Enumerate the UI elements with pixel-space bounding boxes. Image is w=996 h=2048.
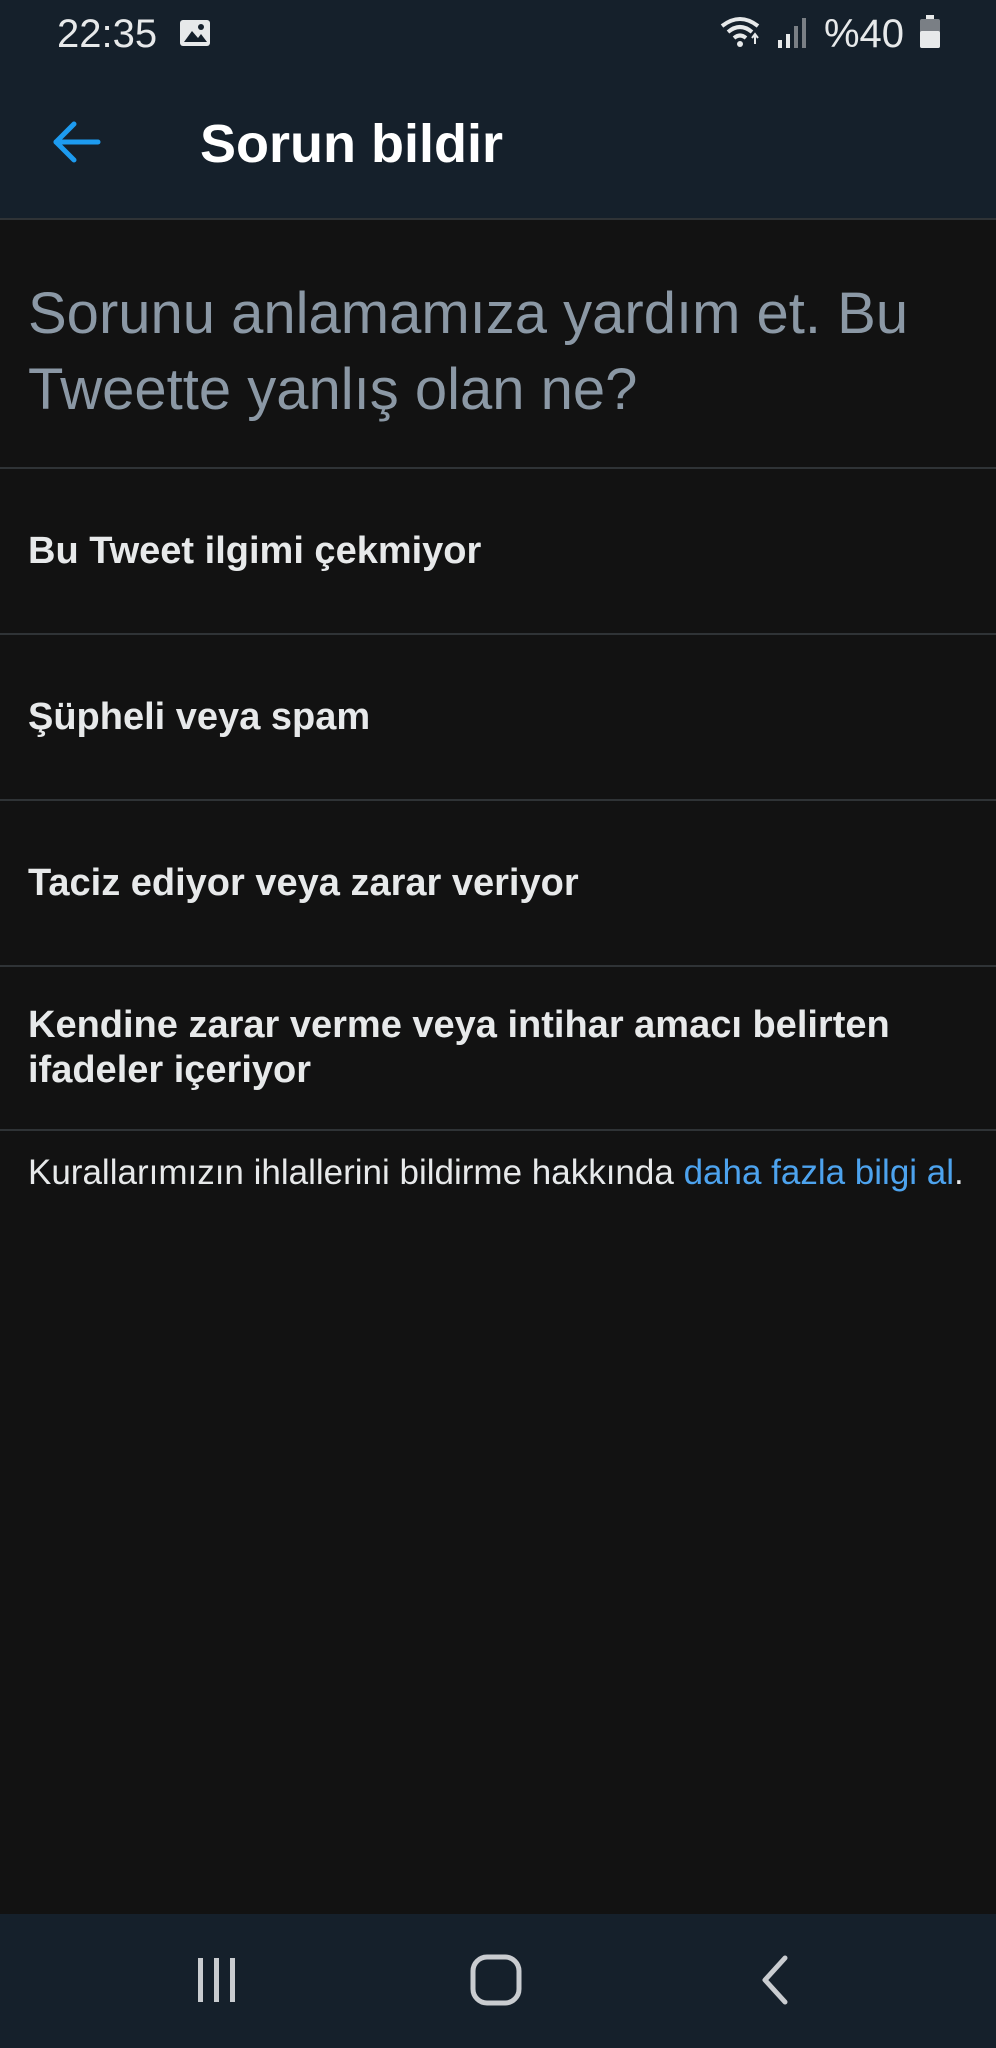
- home-icon: [468, 1952, 524, 2013]
- option-label: Kendine zarar verme veya intihar amacı b…: [28, 1004, 890, 1091]
- status-bar: 22:35 %40: [0, 0, 996, 68]
- signal-icon: [776, 14, 810, 55]
- learn-more-link[interactable]: daha fazla bilgi al: [684, 1153, 954, 1192]
- option-not-interested[interactable]: Bu Tweet ilgimi çekmiyor: [0, 467, 996, 633]
- recent-apps-icon: [192, 1955, 242, 2010]
- report-options-list: Bu Tweet ilgimi çekmiyor Şüpheli veya sp…: [0, 467, 996, 1131]
- system-nav-bar: [0, 1914, 996, 2048]
- option-label: Taciz ediyor veya zarar veriyor: [28, 861, 579, 904]
- nav-back-button[interactable]: [735, 1942, 815, 2022]
- wifi-icon: [718, 14, 762, 55]
- gallery-icon: [178, 16, 212, 50]
- footer-suffix: .: [954, 1153, 964, 1192]
- arrow-left-icon: [50, 120, 102, 169]
- option-self-harm[interactable]: Kendine zarar verme veya intihar amacı b…: [0, 965, 996, 1131]
- footer-note: Kurallarımızın ihlallerini bildirme hakk…: [28, 1150, 996, 1196]
- recent-apps-button[interactable]: [177, 1942, 257, 2022]
- status-icons: %40: [718, 10, 942, 58]
- report-screen: 22:35 %40 Sorun bildir Sorunu anlamamıza…: [0, 0, 996, 2048]
- option-suspicious-spam[interactable]: Şüpheli veya spam: [0, 633, 996, 799]
- status-time: 22:35: [57, 12, 158, 56]
- app-bar: Sorun bildir: [0, 68, 996, 220]
- option-abusive-harmful[interactable]: Taciz ediyor veya zarar veriyor: [0, 799, 996, 965]
- page-title: Sorun bildir: [200, 114, 503, 174]
- battery-icon: [918, 14, 942, 55]
- home-button[interactable]: [456, 1942, 536, 2022]
- back-icon: [755, 1952, 795, 2013]
- back-button[interactable]: [40, 108, 112, 180]
- footer-text: Kurallarımızın ihlallerini bildirme hakk…: [28, 1153, 684, 1192]
- option-label: Bu Tweet ilgimi çekmiyor: [28, 529, 482, 572]
- report-prompt: Sorunu anlamamıza yardım et. Bu Tweette …: [28, 281, 909, 422]
- option-label: Şüpheli veya spam: [28, 695, 371, 738]
- battery-percent: %40: [823, 12, 904, 56]
